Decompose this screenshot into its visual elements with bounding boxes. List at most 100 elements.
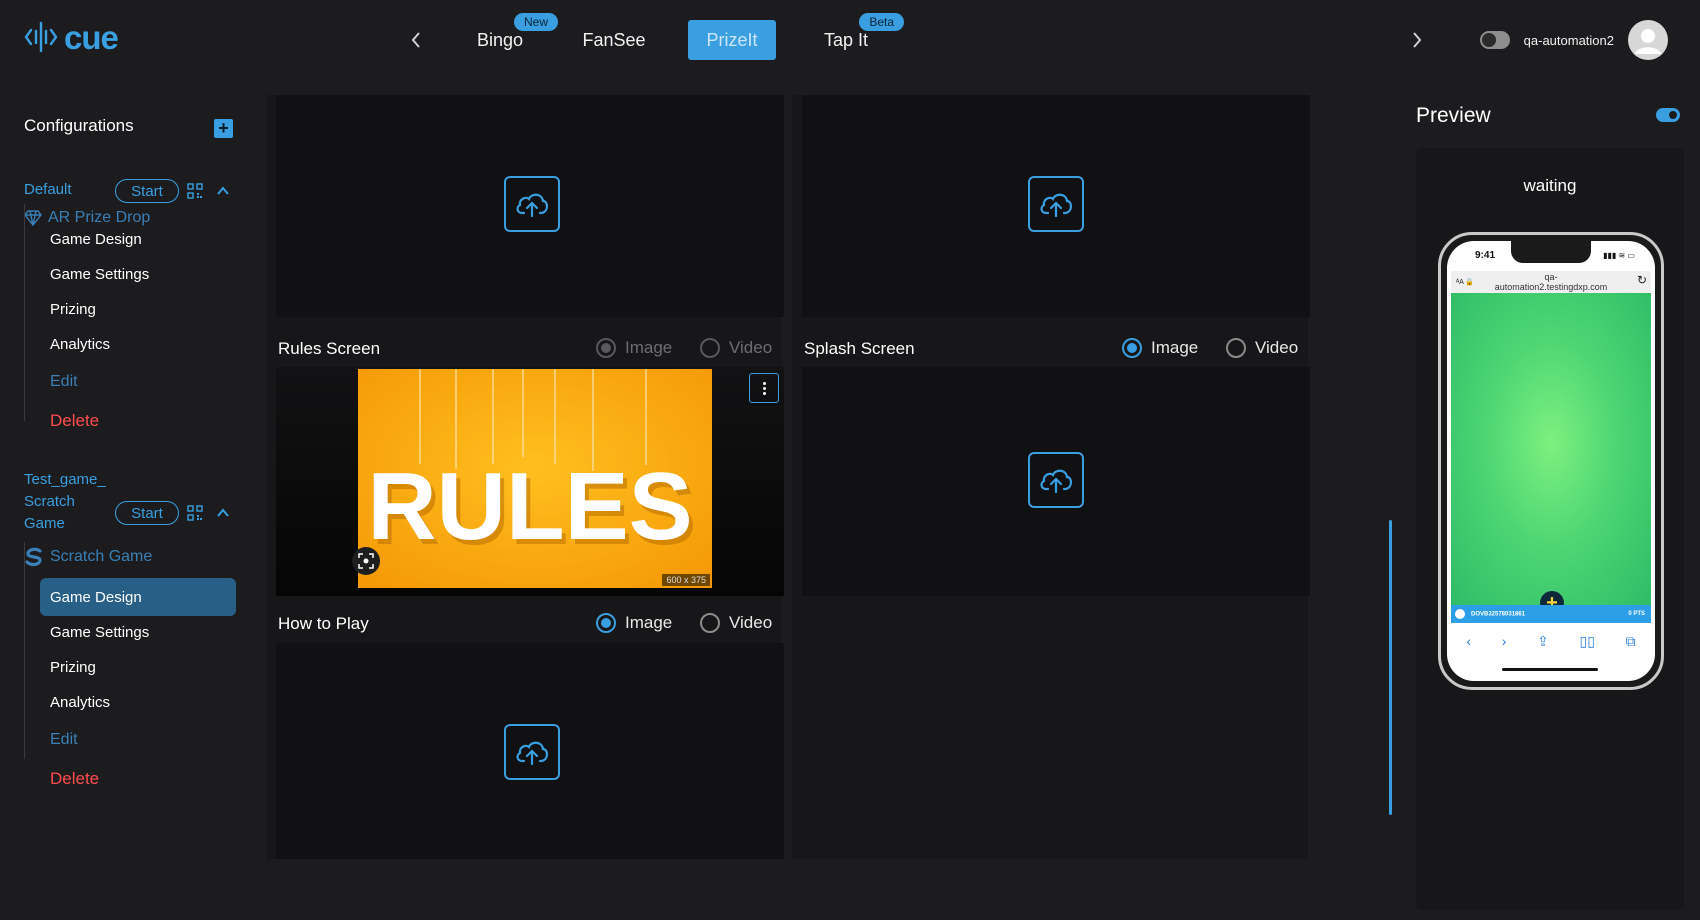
dot xyxy=(762,381,766,385)
preview-card: waiting 9:41 ▮▮▮ ≋ ▭ ᴬA 🔒 qa- automation… xyxy=(1416,148,1684,910)
radio-label: Video xyxy=(1255,338,1299,357)
menu-delete[interactable]: Delete xyxy=(40,760,236,798)
user-area: qa-automation2 xyxy=(1479,20,1668,60)
config-name-line: Game xyxy=(24,515,65,532)
logo-text: cue xyxy=(64,18,119,56)
radio-label: Video xyxy=(729,613,773,632)
cue-logo[interactable]: cue xyxy=(24,18,119,56)
radio-dot xyxy=(700,338,720,358)
home-indicator xyxy=(1502,668,1598,671)
more-options-button[interactable] xyxy=(749,373,779,403)
menu-prizing[interactable]: Prizing xyxy=(40,648,236,686)
phone-notch xyxy=(1511,241,1591,263)
splash-screen-label: Splash Screen xyxy=(804,339,915,358)
radio-dot xyxy=(1226,338,1246,358)
top-bar: cue Bingo New FanSee PrizeIt Tap It Beta… xyxy=(0,0,1700,80)
radio-label: Image xyxy=(1151,338,1199,357)
menu-game-design[interactable]: Game Design xyxy=(40,578,236,616)
how-to-play-image-radio[interactable]: Image xyxy=(596,613,672,633)
moon-icon xyxy=(1481,33,1496,47)
radio-dot xyxy=(700,613,720,633)
cloud-upload-icon xyxy=(516,193,549,218)
rules-video-radio[interactable]: Video xyxy=(700,338,772,358)
upload-button[interactable] xyxy=(504,724,560,780)
main-scrollbar[interactable] xyxy=(1389,520,1392,815)
tab-bingo[interactable]: Bingo New xyxy=(470,13,558,60)
start-button[interactable]: Start xyxy=(115,179,179,203)
configurations-title: Configurations xyxy=(24,116,134,135)
tab-fansee[interactable]: FanSee xyxy=(578,20,650,60)
chevron-up-icon[interactable] xyxy=(216,184,230,198)
focus-point-button[interactable] xyxy=(352,547,380,575)
game-type-scratch-game: Scratch Game xyxy=(24,547,152,567)
cloud-upload-icon xyxy=(1040,469,1073,494)
scratch-s-icon xyxy=(25,547,42,567)
menu-edit[interactable]: Edit xyxy=(40,721,236,759)
how-to-play-video-radio[interactable]: Video xyxy=(700,613,772,633)
rules-screen-label: Rules Screen xyxy=(278,339,381,358)
share-icon: ⇪ xyxy=(1537,632,1549,649)
radio-dot xyxy=(596,338,616,358)
cloud-upload-icon xyxy=(516,741,549,766)
preview-toggle[interactable] xyxy=(1656,108,1680,122)
tab-tap-it[interactable]: Tap It Beta xyxy=(816,13,904,60)
preview-title: Preview xyxy=(1416,104,1491,127)
back-icon: ‹ xyxy=(1466,633,1472,649)
bookmarks-icon: ▯▯ xyxy=(1579,632,1595,649)
username: qa-automation2 xyxy=(1523,32,1614,48)
qr-code-icon[interactable] xyxy=(187,505,203,521)
status-circle-icon xyxy=(1455,609,1465,619)
radio-label: Image xyxy=(625,613,673,632)
config-name-default[interactable]: Default xyxy=(24,179,72,201)
rules-image: RULES RULES 600 x 375 xyxy=(358,369,712,588)
config-name-test-game-scratch[interactable]: Test_game_ Scratch Game xyxy=(24,469,106,535)
radio-label: Video xyxy=(729,338,773,357)
menu-game-design[interactable]: Game Design xyxy=(40,220,236,258)
how-to-play-label: How to Play xyxy=(278,614,369,633)
text-size-icon: ᴬA 🔒 xyxy=(1456,279,1475,286)
preview-panel: Preview waiting 9:41 ▮▮▮ ≋ ▭ ᴬA 🔒 qa- au… xyxy=(1400,80,1700,920)
splash-image-radio[interactable]: Image xyxy=(1122,338,1198,358)
nav-next-arrow[interactable] xyxy=(1405,26,1429,54)
user-icon xyxy=(1635,29,1661,54)
config-name-line: Scratch xyxy=(24,493,75,510)
game-status-strip: DOVB32578031861 0 PTS xyxy=(1451,605,1651,623)
qr-code-icon[interactable] xyxy=(187,183,203,199)
menu-game-settings[interactable]: Game Settings xyxy=(40,613,236,651)
add-configuration-button[interactable]: + xyxy=(214,119,233,138)
dot xyxy=(762,391,766,395)
tree-line xyxy=(24,542,25,759)
avatar[interactable] xyxy=(1628,20,1668,60)
theme-toggle[interactable] xyxy=(1479,31,1510,49)
preview-status: waiting xyxy=(1523,176,1577,195)
upload-button[interactable] xyxy=(1028,176,1084,232)
menu-delete[interactable]: Delete xyxy=(40,402,236,440)
rules-image-radio[interactable]: Image xyxy=(596,338,672,358)
new-badge: New xyxy=(513,13,558,31)
strip-points: 0 PTS xyxy=(1628,611,1645,617)
menu-analytics[interactable]: Analytics xyxy=(40,325,236,363)
dot xyxy=(762,386,766,390)
sidebar: Configurations + Default Start AR Prize … xyxy=(0,80,260,920)
chevron-right-icon xyxy=(1413,32,1422,48)
menu-analytics[interactable]: Analytics xyxy=(40,683,236,721)
upload-button[interactable] xyxy=(1028,452,1084,508)
tab-label: Tap It xyxy=(823,29,869,50)
game-type-label: Scratch Game xyxy=(50,548,153,565)
signal-wifi-battery-icon: ▮▮▮ ≋ ▭ xyxy=(1603,251,1635,260)
chevron-up-icon[interactable] xyxy=(216,506,230,520)
cloud-upload-icon xyxy=(1040,193,1073,218)
strip-id: DOVB32578031861 xyxy=(1471,611,1526,618)
tab-prizeit[interactable]: PrizeIt xyxy=(688,20,776,60)
menu-game-settings[interactable]: Game Settings xyxy=(40,255,236,293)
soundwave-icon xyxy=(24,21,58,53)
splash-video-radio[interactable]: Video xyxy=(1226,338,1298,358)
menu-edit[interactable]: Edit xyxy=(40,363,236,401)
tab-label: Bingo xyxy=(476,29,524,50)
start-button[interactable]: Start xyxy=(115,501,179,525)
nav-prev-arrow[interactable] xyxy=(404,26,428,54)
menu-prizing[interactable]: Prizing xyxy=(40,290,236,328)
upload-button[interactable] xyxy=(504,176,560,232)
rules-image-art: RULES RULES xyxy=(358,369,712,588)
game-canvas: + xyxy=(1451,293,1651,615)
